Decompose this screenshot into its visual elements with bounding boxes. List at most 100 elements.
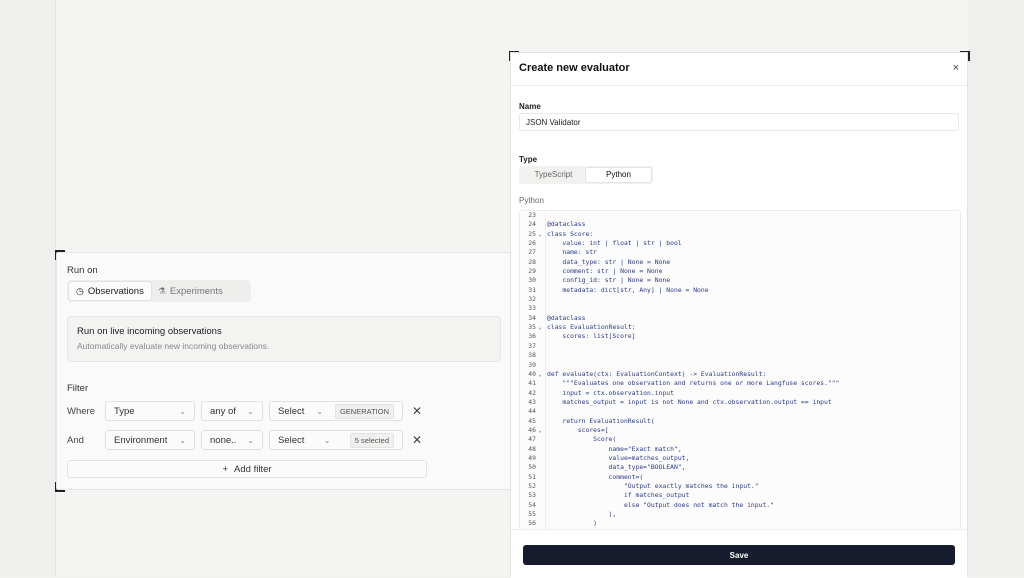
dialog-header: Create new evaluator × [511, 53, 967, 86]
line-number: 28 [528, 257, 536, 266]
code-text: ) [547, 519, 598, 528]
name-field[interactable]: JSON Validator [519, 113, 959, 131]
clock-icon: ◷ [76, 285, 84, 296]
code-editor[interactable]: 23 24 @dataclass 25 ⌄ class Score: 26 value: i… [519, 210, 961, 530]
code-line: 36 scores: list[Score] [520, 332, 960, 341]
code-text: comment=( [547, 472, 644, 481]
dialog-footer: Save [511, 529, 967, 578]
line-number: 39 [528, 360, 536, 369]
code-line: 48 name="Exact match", [520, 445, 960, 454]
code-line: 35 ⌄ class EvaluationResult: [520, 323, 960, 332]
line-number: 42 [528, 388, 536, 397]
filter-value-select[interactable]: Select ⌄ 5 selected [269, 430, 403, 450]
code-line: 55 ), [520, 510, 960, 519]
line-number: 25 [528, 229, 536, 238]
select-value: none.. [210, 434, 237, 446]
line-number: 41 [528, 379, 536, 388]
line-number: 23 [528, 211, 536, 219]
remove-filter-button[interactable]: ✕ [409, 433, 425, 447]
line-number: 56 [528, 519, 536, 528]
code-line: 50 data_type="BOOLEAN", [520, 463, 960, 472]
code-line: 31 metadata: dict[str, Any] | None = Non… [520, 286, 960, 295]
line-number: 27 [528, 248, 536, 257]
code-text: name: str [547, 248, 598, 257]
filter-field-select[interactable]: Type ⌄ [105, 401, 195, 421]
line-number: 30 [528, 276, 536, 285]
tab-typescript[interactable]: TypeScript [521, 168, 586, 182]
line-number: 36 [528, 332, 536, 341]
filter-value-tag: GENERATION [334, 403, 394, 419]
line-number: 26 [528, 239, 536, 248]
select-value: any of [210, 405, 236, 417]
code-line: 23 [520, 211, 960, 220]
line-number: 24 [528, 220, 536, 229]
code-line: 52 "Output exactly matches the input." [520, 482, 960, 491]
code-line: 29 comment: str | None = None [520, 267, 960, 276]
code-text: matches_output = input is not None and c… [547, 397, 832, 406]
run-on-info: Run on live incoming observations Automa… [67, 316, 501, 362]
close-icon[interactable]: × [953, 62, 959, 74]
code-line: 30 config_id: str | None = None [520, 276, 960, 285]
code-line: 56 ) [520, 519, 960, 528]
filter-operator-select[interactable]: any of ⌄ [201, 401, 263, 421]
code-line: 37 [520, 342, 960, 351]
tab-observations[interactable]: ◷ Observations [69, 282, 151, 300]
code-text: Score( [547, 435, 617, 444]
code-text: value: int | float | str | bool [547, 239, 682, 248]
line-number: 43 [528, 397, 536, 406]
tab-experiments[interactable]: ⚗ Experiments [151, 282, 230, 300]
background-left [0, 0, 55, 576]
line-number: 49 [528, 453, 536, 462]
filter-operator-select[interactable]: none.. ⌄ [201, 430, 263, 450]
tab-python[interactable]: Python [586, 168, 651, 182]
chevron-down-icon: ⌄ [247, 435, 254, 445]
select-value: Select [278, 434, 305, 446]
code-text: "Output exactly matches the input." [547, 481, 759, 490]
filter-value-select[interactable]: Select ⌄ GENERATION [269, 401, 403, 421]
code-line: 25 ⌄ class Score: [520, 230, 960, 239]
code-text: else "Output does not match the input." [547, 500, 775, 509]
name-field-value: JSON Validator [526, 117, 581, 127]
line-number: 51 [528, 472, 536, 481]
code-line: 41 """Evaluates one observation and retu… [520, 379, 960, 388]
flask-icon: ⚗ [157, 285, 166, 296]
code-line: 45 return EvaluationResult( [520, 417, 960, 426]
filter-row: Where Type ⌄ any of ⌄ Select ⌄ GENERATIO… [67, 401, 425, 421]
line-number: 35 [528, 323, 536, 332]
tab-label: Observations [87, 285, 144, 297]
save-button[interactable]: Save [523, 545, 955, 565]
line-number: 55 [528, 510, 536, 518]
add-filter-button[interactable]: + Add filter [67, 460, 427, 478]
line-number: 48 [528, 444, 536, 453]
select-value: Environment [114, 434, 168, 446]
add-filter-label: Add filter [234, 463, 272, 475]
line-number: 33 [528, 304, 536, 313]
filter-conjunction: And [67, 434, 84, 446]
create-evaluator-dialog: Create new evaluator × Name JSON Validat… [510, 52, 968, 578]
line-number: 46 [528, 425, 536, 434]
code-text: scores: list[Score] [547, 332, 636, 341]
chevron-down-icon: ⌄ [179, 406, 186, 416]
line-number: 34 [528, 313, 536, 322]
chevron-down-icon: ⌄ [316, 406, 324, 416]
code-line: 28 data_type: str | None = None [520, 258, 960, 267]
code-text: class Score: [547, 229, 594, 238]
line-number: 37 [528, 341, 536, 350]
code-text: data_type="BOOLEAN", [547, 463, 686, 472]
code-line: 34 @dataclass [520, 314, 960, 323]
remove-filter-button[interactable]: ✕ [409, 404, 425, 418]
code-text: """Evaluates one observation and returns… [547, 379, 840, 388]
line-number: 54 [528, 500, 536, 509]
filter-field-select[interactable]: Environment ⌄ [105, 430, 195, 450]
line-number: 53 [528, 491, 536, 500]
run-on-card: Run on ◷ Observations ⚗ Experiments Run … [56, 252, 512, 490]
chevron-down-icon: ⌄ [247, 406, 254, 416]
run-on-title: Run on [67, 265, 98, 276]
filter-title: Filter [67, 383, 89, 394]
code-text: return EvaluationResult( [547, 416, 655, 425]
line-number: 32 [528, 295, 536, 304]
code-text: def evaluate(ctx: EvaluationContext) -> … [547, 369, 767, 378]
code-line: 40 ⌄ def evaluate(ctx: EvaluationContext) … [520, 370, 960, 379]
filter-value-tag: 5 selected [349, 432, 394, 448]
type-label: Type [519, 155, 538, 164]
